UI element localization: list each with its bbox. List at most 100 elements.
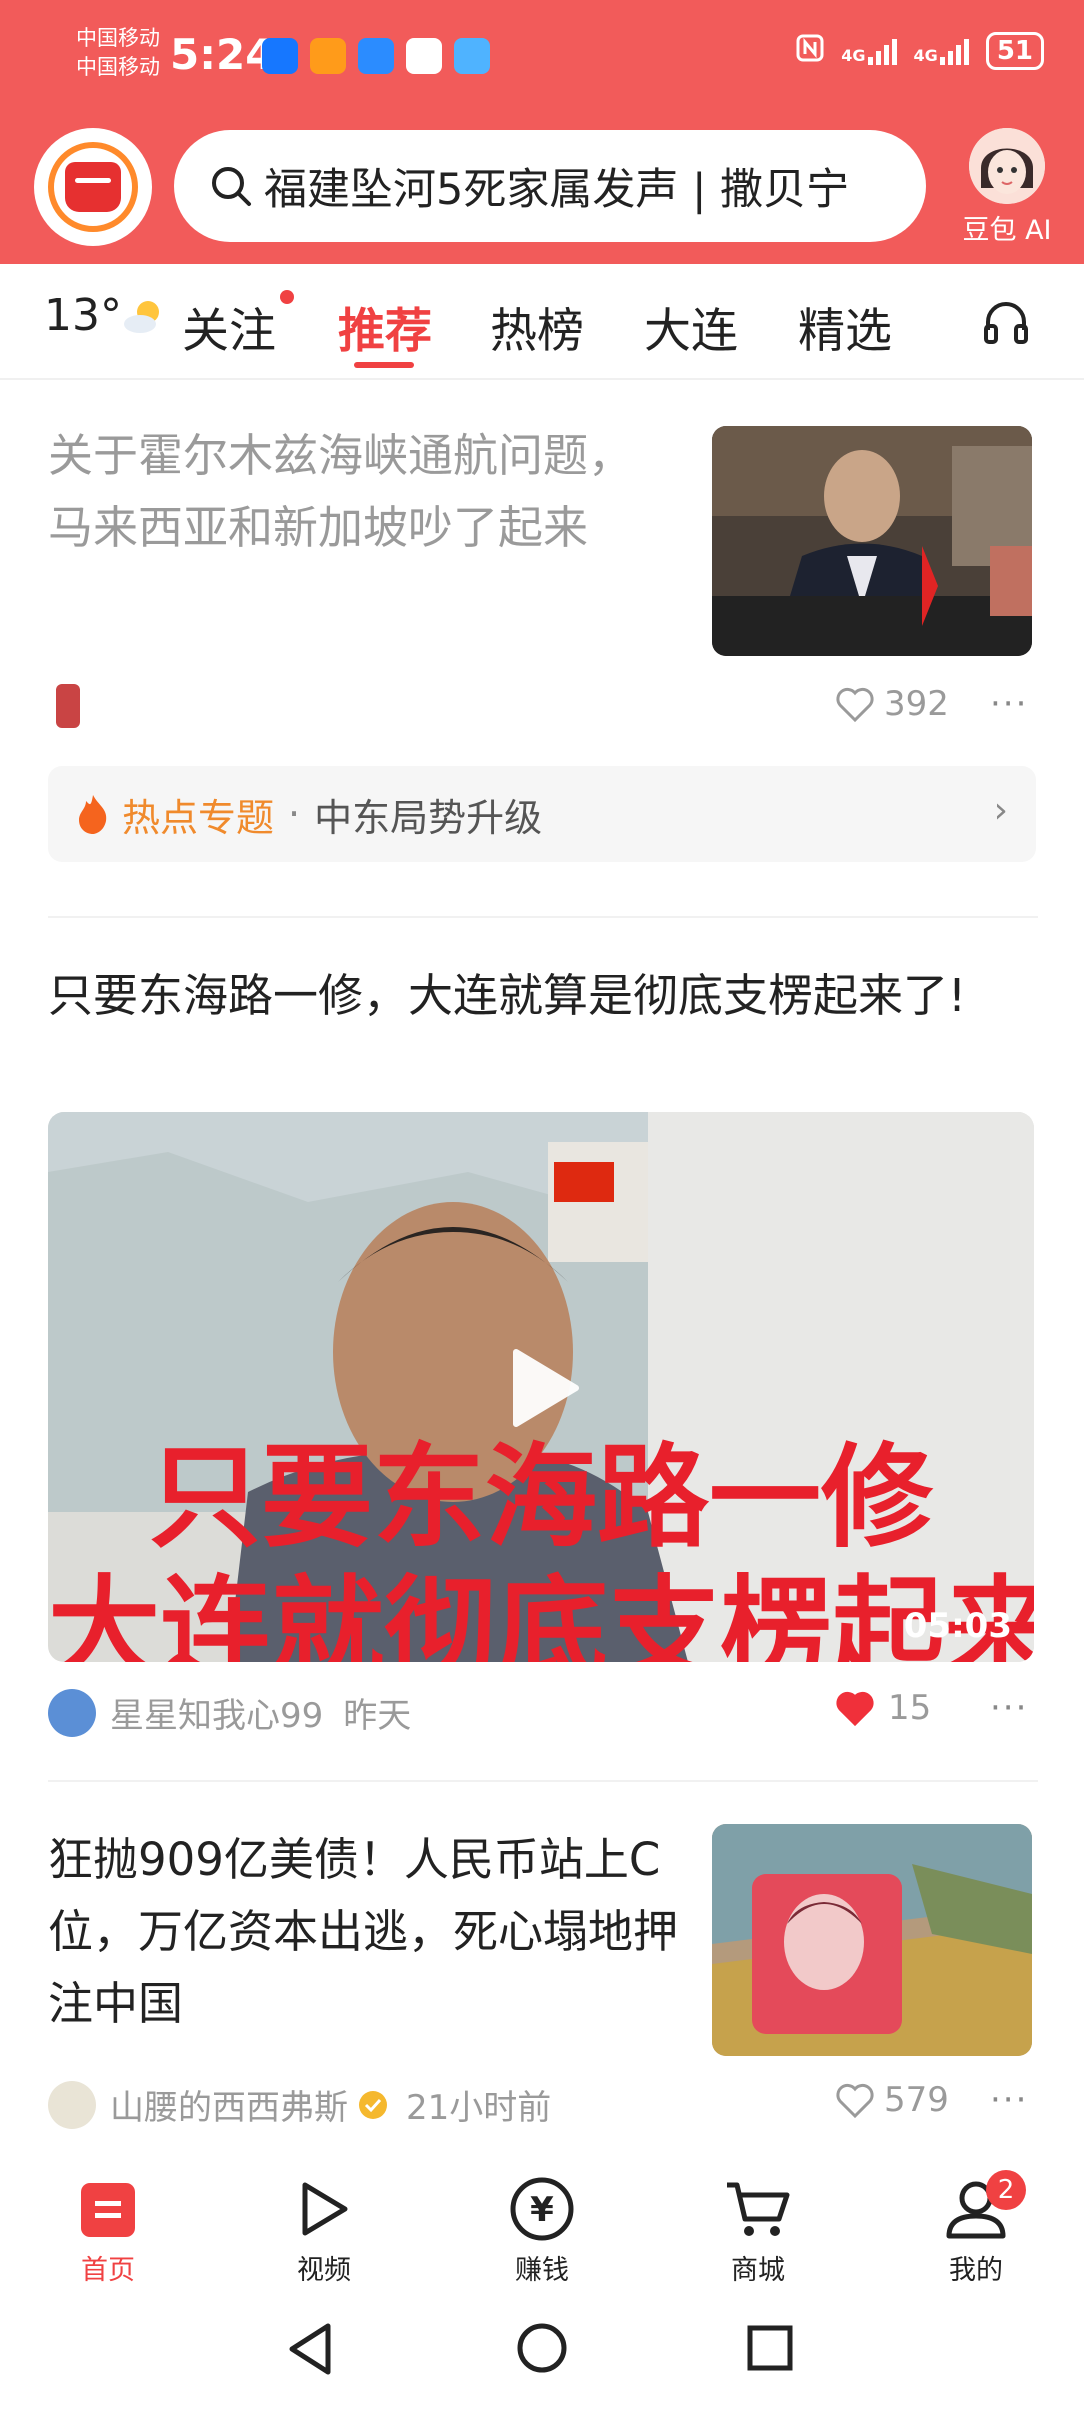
article-meta: 山腰的西西弗斯 21小时前 [48, 2080, 551, 2129]
partly-cloudy-icon [124, 300, 159, 333]
ai-avatar [969, 128, 1045, 204]
notification-badge: 2 [986, 2170, 1026, 2210]
more-options-icon[interactable]: ··· [990, 1688, 1028, 1728]
alipay-icon [262, 38, 298, 74]
nav-home[interactable]: 首页 [48, 2176, 168, 2287]
article-source [56, 684, 80, 728]
chevron-right-icon: › [993, 790, 1008, 831]
ai-label: 豆包 AI [962, 215, 1052, 246]
like-count-value: 15 [888, 1688, 932, 1728]
home-icon [48, 2176, 168, 2242]
nav-video-label: 视频 [297, 2255, 351, 2286]
nav-me[interactable]: 我的 2 [916, 2170, 1036, 2287]
publish-time: 21小时前 [406, 2088, 552, 2128]
app-logo-ring [48, 142, 138, 232]
video-player[interactable]: 只要东海路一修 大连就彻底支楞起来 05:03 [48, 1112, 1034, 1662]
red-envelope-icon [65, 162, 121, 212]
nfc-icon [795, 33, 825, 69]
status-bar: 中国移动 中国移动 5:24 4G 4G 51 [0, 0, 1084, 110]
avatar-icon [969, 128, 1045, 204]
nav-home-label: 首页 [81, 2255, 135, 2286]
like-count-value: 392 [884, 684, 949, 724]
play-outline-icon [264, 2176, 384, 2242]
back-icon[interactable] [286, 2322, 334, 2376]
verified-badge-icon [359, 2090, 387, 2119]
ai-assistant-button[interactable]: 豆包 AI [952, 128, 1062, 247]
heart-outline-icon [836, 687, 874, 723]
like-count[interactable]: 392 [834, 684, 949, 724]
hot-topic-banner[interactable]: 热点专题 · 中东局势升级 › [48, 766, 1036, 862]
video-duration: 05:03 [903, 1606, 1012, 1646]
clock: 5:24 [170, 30, 275, 79]
nav-video[interactable]: 视频 [264, 2176, 384, 2287]
tab-follow[interactable]: 关注 [182, 292, 276, 361]
like-count-value: 579 [884, 2080, 949, 2120]
home-circle-icon[interactable] [516, 2322, 568, 2374]
article-card[interactable]: 只要东海路一修，大连就算是彻底支楞起来了! [48, 960, 968, 1032]
heart-outline-icon [836, 2083, 874, 2119]
weather-widget[interactable]: 13° [44, 290, 166, 341]
author-avatar[interactable] [48, 1688, 96, 1737]
article-meta: 星星知我心99 昨天 [48, 1688, 411, 1737]
nav-earn-label: 赚钱 [515, 2255, 569, 2286]
hot-topic-separator: · [288, 792, 301, 836]
more-options-icon[interactable]: ··· [990, 2080, 1028, 2120]
tab-featured[interactable]: 精选 [798, 292, 892, 361]
app-logo[interactable] [34, 128, 152, 246]
notification-icons [262, 38, 490, 74]
mascot-app-icon [406, 38, 442, 74]
channel-tabs: 13° 关注 推荐 热榜 大连 精选 [0, 268, 1084, 380]
heart-filled-icon [836, 1691, 874, 1727]
author-name[interactable]: 山腰的西西弗斯 [110, 2080, 348, 2129]
chat-app-icon [358, 38, 394, 74]
author-name[interactable]: 星星知我心99 [110, 1688, 323, 1737]
search-bar[interactable]: 福建坠河5死家属发声 | 撒贝宁 [174, 130, 926, 242]
yuan-coin-icon: ¥ [482, 2176, 602, 2242]
article-title[interactable]: 只要东海路一修，大连就算是彻底支楞起来了! [48, 960, 968, 1032]
article-card[interactable]: 狂抛909亿美债！人民币站上C位，万亿资本出逃，死心塌地押注中国 [48, 1824, 678, 2040]
search-suggestion: 福建坠河5死家属发声 | 撒贝宁 [264, 165, 850, 215]
news-photo [712, 426, 1032, 656]
bottom-navigation: 首页 视频 ¥ 赚钱 商城 我的 2 [0, 2160, 1084, 2290]
like-count[interactable]: 15 [834, 1688, 931, 1728]
tab-dalian[interactable]: 大连 [644, 292, 738, 361]
article-thumbnail[interactable] [712, 426, 1032, 656]
new-content-dot [280, 290, 294, 304]
browser-app-icon [454, 38, 490, 74]
app-header: 中国移动 中国移动 5:24 4G 4G 51 福建坠河5死家属发声 | 撒贝宁… [0, 0, 1084, 264]
tab-recommend[interactable]: 推荐 [338, 292, 432, 361]
play-icon[interactable] [508, 1348, 580, 1428]
like-count[interactable]: 579 [834, 2080, 949, 2120]
nav-mall-label: 商城 [731, 2255, 785, 2286]
carrier-1: 中国移动 [76, 26, 160, 50]
tab-hot-list[interactable]: 热榜 [490, 292, 584, 361]
carrier-2: 中国移动 [76, 55, 160, 79]
search-icon [212, 167, 251, 206]
video-app-icon [310, 38, 346, 74]
system-navigation-bar [0, 2300, 1084, 2412]
fire-icon [79, 795, 107, 834]
nav-earn[interactable]: ¥ 赚钱 [482, 2176, 602, 2287]
signal-2: 4G [914, 37, 970, 65]
author-avatar[interactable] [48, 2080, 96, 2129]
banknotes-photo [712, 1824, 1032, 2056]
hot-topic-text: 中东局势升级 [314, 795, 543, 840]
nav-mall[interactable]: 商城 [698, 2176, 818, 2287]
divider [48, 916, 1038, 918]
svg-text:¥: ¥ [530, 2190, 554, 2230]
active-tab-indicator [354, 362, 414, 368]
article-thumbnail[interactable] [712, 1824, 1032, 2056]
article-title[interactable]: 关于霍尔木兹海峡通航问题，马来西亚和新加坡吵了起来 [48, 420, 648, 564]
recent-apps-icon[interactable] [746, 2324, 794, 2372]
nav-me-label: 我的 [949, 2255, 1003, 2286]
headphones-icon[interactable] [980, 296, 1032, 348]
article-title[interactable]: 狂抛909亿美债！人民币站上C位，万亿资本出逃，死心塌地押注中国 [48, 1824, 678, 2040]
divider [48, 1780, 1038, 1782]
hot-topic-label: 热点专题 [122, 795, 275, 840]
video-caption-line-1: 只要东海路一修 [149, 1433, 933, 1563]
battery-indicator: 51 [985, 32, 1044, 70]
article-card[interactable]: 关于霍尔木兹海峡通航问题，马来西亚和新加坡吵了起来 [48, 420, 648, 564]
video-caption-line-2: 大连就彻底支楞起来 [48, 1565, 1034, 1662]
tab-overflow-fade [930, 288, 970, 358]
more-options-icon[interactable]: ··· [990, 684, 1028, 724]
